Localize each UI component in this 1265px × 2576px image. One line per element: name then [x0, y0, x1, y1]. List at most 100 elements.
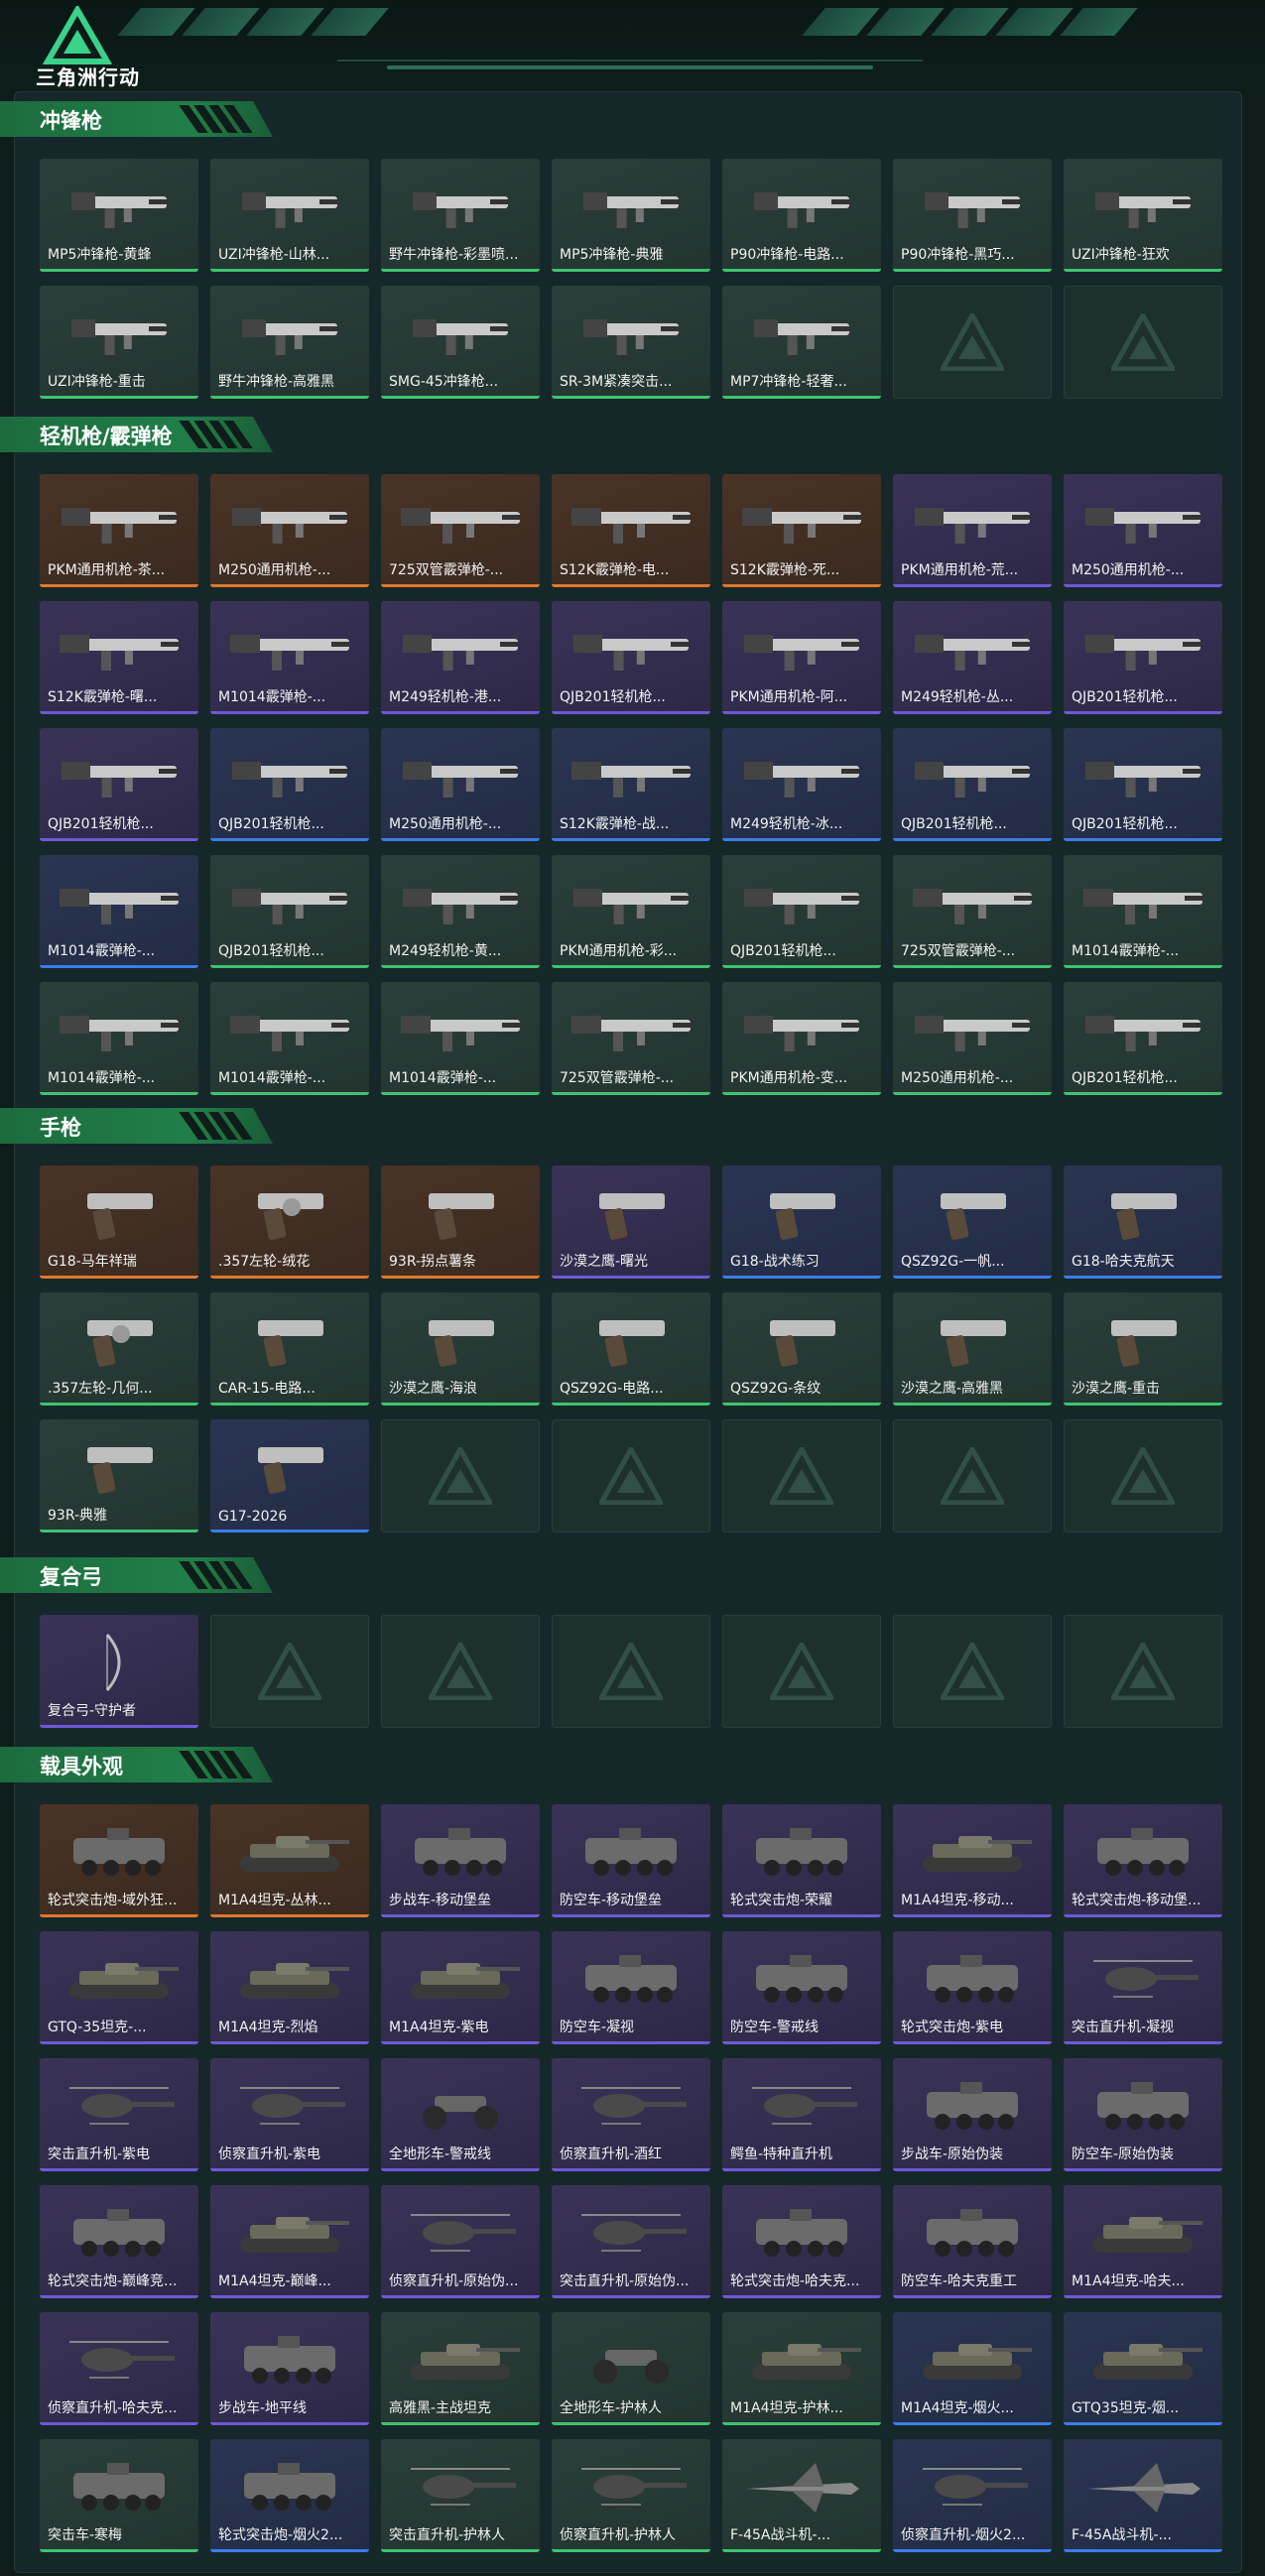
skin-card[interactable]: QSZ92G-条纹 — [722, 1292, 881, 1406]
skin-card[interactable]: 93R-拐点薯条 — [381, 1165, 540, 1279]
skin-card[interactable]: 全地形车-护林人 — [552, 2312, 710, 2425]
skin-card[interactable]: QJB201轻机枪... — [210, 728, 369, 841]
skin-card[interactable]: 野牛冲锋枪-高雅黑 — [210, 286, 369, 399]
skin-card[interactable]: GTQ-35坦克-... — [40, 1931, 198, 2044]
skin-card[interactable]: G17-2026 — [210, 1419, 369, 1533]
skin-card[interactable]: 沙漠之鹰-重击 — [1064, 1292, 1222, 1406]
skin-card[interactable]: M1A4坦克-护林... — [722, 2312, 881, 2425]
skin-card[interactable]: QJB201轻机枪... — [210, 855, 369, 968]
skin-card[interactable]: S12K霰弹枪-死... — [722, 474, 881, 587]
skin-card[interactable]: MP7冲锋枪-轻奢... — [722, 286, 881, 399]
skin-card[interactable]: GTQ35坦克-烟... — [1064, 2312, 1222, 2425]
skin-card[interactable]: 725双管霰弹枪-... — [381, 474, 540, 587]
skin-card[interactable]: QJB201轻机枪... — [1064, 982, 1222, 1095]
skin-card[interactable]: M249轻机枪-冰... — [722, 728, 881, 841]
skin-card[interactable]: 沙漠之鹰-曙光 — [552, 1165, 710, 1279]
skin-card[interactable]: .357左轮-绒花 — [210, 1165, 369, 1279]
skin-card[interactable]: 防空车-警戒线 — [722, 1931, 881, 2044]
skin-card[interactable]: M1A4坦克-丛林... — [210, 1804, 369, 1917]
skin-card[interactable]: PKM通用机枪-茶... — [40, 474, 198, 587]
skin-card[interactable]: M1A4坦克-紫电 — [381, 1931, 540, 2044]
skin-card[interactable]: QJB201轻机枪... — [552, 601, 710, 714]
skin-card[interactable]: 防空车-哈夫克重工 — [893, 2185, 1052, 2298]
skin-card[interactable]: PKM通用机枪-彩... — [552, 855, 710, 968]
skin-card[interactable]: M1014霰弹枪-... — [210, 601, 369, 714]
skin-card[interactable]: 沙漠之鹰-高雅黑 — [893, 1292, 1052, 1406]
skin-card[interactable]: M1014霰弹枪-... — [381, 982, 540, 1095]
skin-card[interactable]: F-45A战斗机-... — [1064, 2439, 1222, 2552]
skin-card[interactable]: 轮式突击炮-哈夫克... — [722, 2185, 881, 2298]
skin-card[interactable]: 突击直升机-护林人 — [381, 2439, 540, 2552]
skin-card[interactable]: M1014霰弹枪-... — [40, 855, 198, 968]
skin-card[interactable]: P90冲锋枪-电路... — [722, 159, 881, 272]
skin-card[interactable]: 93R-典雅 — [40, 1419, 198, 1533]
skin-card[interactable]: 步战车-原始伪装 — [893, 2058, 1052, 2171]
skin-card[interactable]: P90冲锋枪-黑巧... — [893, 159, 1052, 272]
skin-card[interactable]: PKM通用机枪-阿... — [722, 601, 881, 714]
skin-card[interactable]: M249轻机枪-港... — [381, 601, 540, 714]
skin-card[interactable]: 轮式突击炮-烟火2... — [210, 2439, 369, 2552]
skin-card[interactable]: 725双管霰弹枪-... — [893, 855, 1052, 968]
skin-card[interactable]: MP5冲锋枪-黄蜂 — [40, 159, 198, 272]
skin-card[interactable]: 轮式突击炮-域外狂... — [40, 1804, 198, 1917]
skin-card[interactable]: QJB201轻机枪... — [1064, 601, 1222, 714]
skin-card[interactable]: QJB201轻机枪... — [893, 728, 1052, 841]
skin-card[interactable]: M1014霰弹枪-... — [1064, 855, 1222, 968]
skin-card[interactable]: 突击直升机-原始伪... — [552, 2185, 710, 2298]
skin-card[interactable]: PKM通用机枪-变... — [722, 982, 881, 1095]
skin-card[interactable]: 突击直升机-凝视 — [1064, 1931, 1222, 2044]
skin-card[interactable]: 高雅黑-主战坦克 — [381, 2312, 540, 2425]
skin-card[interactable]: UZI冲锋枪-重击 — [40, 286, 198, 399]
skin-card[interactable]: 轮式突击炮-巅峰竞... — [40, 2185, 198, 2298]
skin-card[interactable]: M1A4坦克-巅峰... — [210, 2185, 369, 2298]
skin-card[interactable]: M1A4坦克-烈焰 — [210, 1931, 369, 2044]
skin-card[interactable]: 突击车-寒梅 — [40, 2439, 198, 2552]
skin-card[interactable]: MP5冲锋枪-典雅 — [552, 159, 710, 272]
skin-card[interactable]: QSZ92G-一帆... — [893, 1165, 1052, 1279]
skin-card[interactable]: 侦察直升机-紫电 — [210, 2058, 369, 2171]
skin-card[interactable]: S12K霰弹枪-战... — [552, 728, 710, 841]
skin-card[interactable]: 步战车-移动堡垒 — [381, 1804, 540, 1917]
skin-card[interactable]: M1014霰弹枪-... — [40, 982, 198, 1095]
skin-card[interactable]: 侦察直升机-原始伪... — [381, 2185, 540, 2298]
skin-card[interactable]: G18-马年祥瑞 — [40, 1165, 198, 1279]
skin-card[interactable]: 侦察直升机-烟火2... — [893, 2439, 1052, 2552]
skin-card[interactable]: 防空车-凝视 — [552, 1931, 710, 2044]
skin-card[interactable]: QJB201轻机枪... — [722, 855, 881, 968]
skin-card[interactable]: 复合弓-守护者 — [40, 1615, 198, 1728]
skin-card[interactable]: UZI冲锋枪-狂欢 — [1064, 159, 1222, 272]
skin-card[interactable]: M250通用机枪-... — [893, 982, 1052, 1095]
skin-card[interactable]: 侦察直升机-护林人 — [552, 2439, 710, 2552]
skin-card[interactable]: M1A4坦克-烟火... — [893, 2312, 1052, 2425]
skin-card[interactable]: M249轻机枪-丛... — [893, 601, 1052, 714]
skin-card[interactable]: 步战车-地平线 — [210, 2312, 369, 2425]
skin-card[interactable]: 沙漠之鹰-海浪 — [381, 1292, 540, 1406]
skin-card[interactable]: M250通用机枪-... — [1064, 474, 1222, 587]
skin-card[interactable]: 轮式突击炮-移动堡... — [1064, 1804, 1222, 1917]
skin-card[interactable]: G18-战术练习 — [722, 1165, 881, 1279]
skin-card[interactable]: 突击直升机-紫电 — [40, 2058, 198, 2171]
skin-card[interactable]: CAR-15-电路... — [210, 1292, 369, 1406]
skin-card[interactable]: QJB201轻机枪... — [1064, 728, 1222, 841]
skin-card[interactable]: 防空车-移动堡垒 — [552, 1804, 710, 1917]
skin-card[interactable]: 全地形车-警戒线 — [381, 2058, 540, 2171]
skin-card[interactable]: SR-3M紧凑突击... — [552, 286, 710, 399]
skin-card[interactable]: UZI冲锋枪-山林... — [210, 159, 369, 272]
skin-card[interactable]: M1014霰弹枪-... — [210, 982, 369, 1095]
skin-card[interactable]: M250通用机枪-... — [210, 474, 369, 587]
skin-card[interactable]: PKM通用机枪-荒... — [893, 474, 1052, 587]
skin-card[interactable]: 侦察直升机-哈夫克... — [40, 2312, 198, 2425]
skin-card[interactable]: 侦察直升机-酒红 — [552, 2058, 710, 2171]
skin-card[interactable]: 防空车-原始伪装 — [1064, 2058, 1222, 2171]
skin-card[interactable]: QSZ92G-电路... — [552, 1292, 710, 1406]
skin-card[interactable]: .357左轮-几何... — [40, 1292, 198, 1406]
skin-card[interactable]: S12K霰弹枪-电... — [552, 474, 710, 587]
skin-card[interactable]: 鳄鱼-特种直升机 — [722, 2058, 881, 2171]
skin-card[interactable]: M1A4坦克-哈夫... — [1064, 2185, 1222, 2298]
skin-card[interactable]: M250通用机枪-... — [381, 728, 540, 841]
skin-card[interactable]: 轮式突击炮-荣耀 — [722, 1804, 881, 1917]
skin-card[interactable]: F-45A战斗机-... — [722, 2439, 881, 2552]
skin-card[interactable]: 轮式突击炮-紫电 — [893, 1931, 1052, 2044]
skin-card[interactable]: M1A4坦克-移动... — [893, 1804, 1052, 1917]
skin-card[interactable]: SMG-45冲锋枪... — [381, 286, 540, 399]
